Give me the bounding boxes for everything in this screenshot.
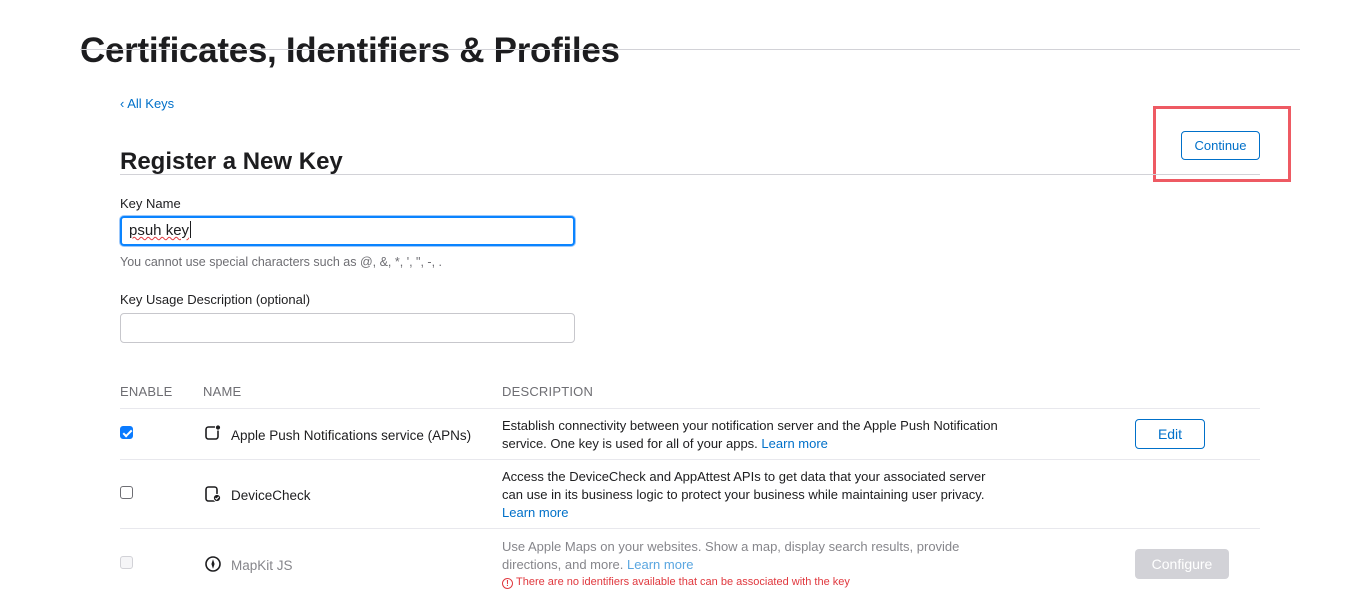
mapkit-configure-button: Configure [1135,549,1229,579]
apns-service-name: Apple Push Notifications service (APNs) [231,428,472,443]
apns-learn-more-link[interactable]: Learn more [761,436,827,451]
apns-description-text: Establish connectivity between your noti… [502,418,998,451]
key-name-field[interactable]: psuh key [120,216,575,246]
column-header-description: DESCRIPTION [502,384,594,399]
mapkit-service-name: MapKit JS [231,558,293,573]
all-keys-back-link[interactable]: ‹ All Keys [120,96,174,111]
column-header-name: NAME [203,384,242,399]
apns-description: Establish connectivity between your noti… [502,417,1002,453]
row-divider [120,528,1260,529]
devicecheck-description-text: Access the DeviceCheck and AppAttest API… [502,469,986,502]
key-name-label: Key Name [120,196,181,211]
key-usage-description-field[interactable] [120,313,575,343]
push-notification-icon [205,424,222,440]
devicecheck-icon [205,486,222,503]
mapkit-warning-text: There are no identifiers available that … [516,576,850,588]
mapkit-description: Use Apple Maps on your websites. Show a … [502,538,1002,574]
devicecheck-enable-checkbox[interactable] [120,486,133,499]
table-header-divider [120,408,1260,409]
apns-enable-checkbox[interactable] [120,426,133,439]
mapkit-enable-checkbox [120,556,133,569]
register-key-heading: Register a New Key [120,147,343,175]
title-divider [80,49,1300,50]
key-name-hint: You cannot use special characters such a… [120,255,442,269]
mapkit-description-text: Use Apple Maps on your websites. Show a … [502,539,960,572]
text-caret [190,221,192,238]
mapkit-warning: ! There are no identifiers available that… [502,576,850,589]
mapkit-learn-more-link[interactable]: Learn more [627,557,693,572]
key-name-value: psuh key [129,222,190,239]
page-title: Certificates, Identifiers & Profiles [80,31,620,71]
devicecheck-description: Access the DeviceCheck and AppAttest API… [502,468,1002,522]
apns-edit-button[interactable]: Edit [1135,419,1205,449]
devicecheck-learn-more-link[interactable]: Learn more [502,505,568,520]
column-header-enable: ENABLE [120,384,173,399]
mapkit-compass-icon [205,556,221,572]
devicecheck-service-name: DeviceCheck [231,488,311,503]
warning-icon: ! [502,578,513,589]
continue-button[interactable]: Continue [1181,131,1260,160]
row-divider [120,459,1260,460]
section-divider [120,174,1260,175]
key-usage-description-label: Key Usage Description (optional) [120,292,311,307]
